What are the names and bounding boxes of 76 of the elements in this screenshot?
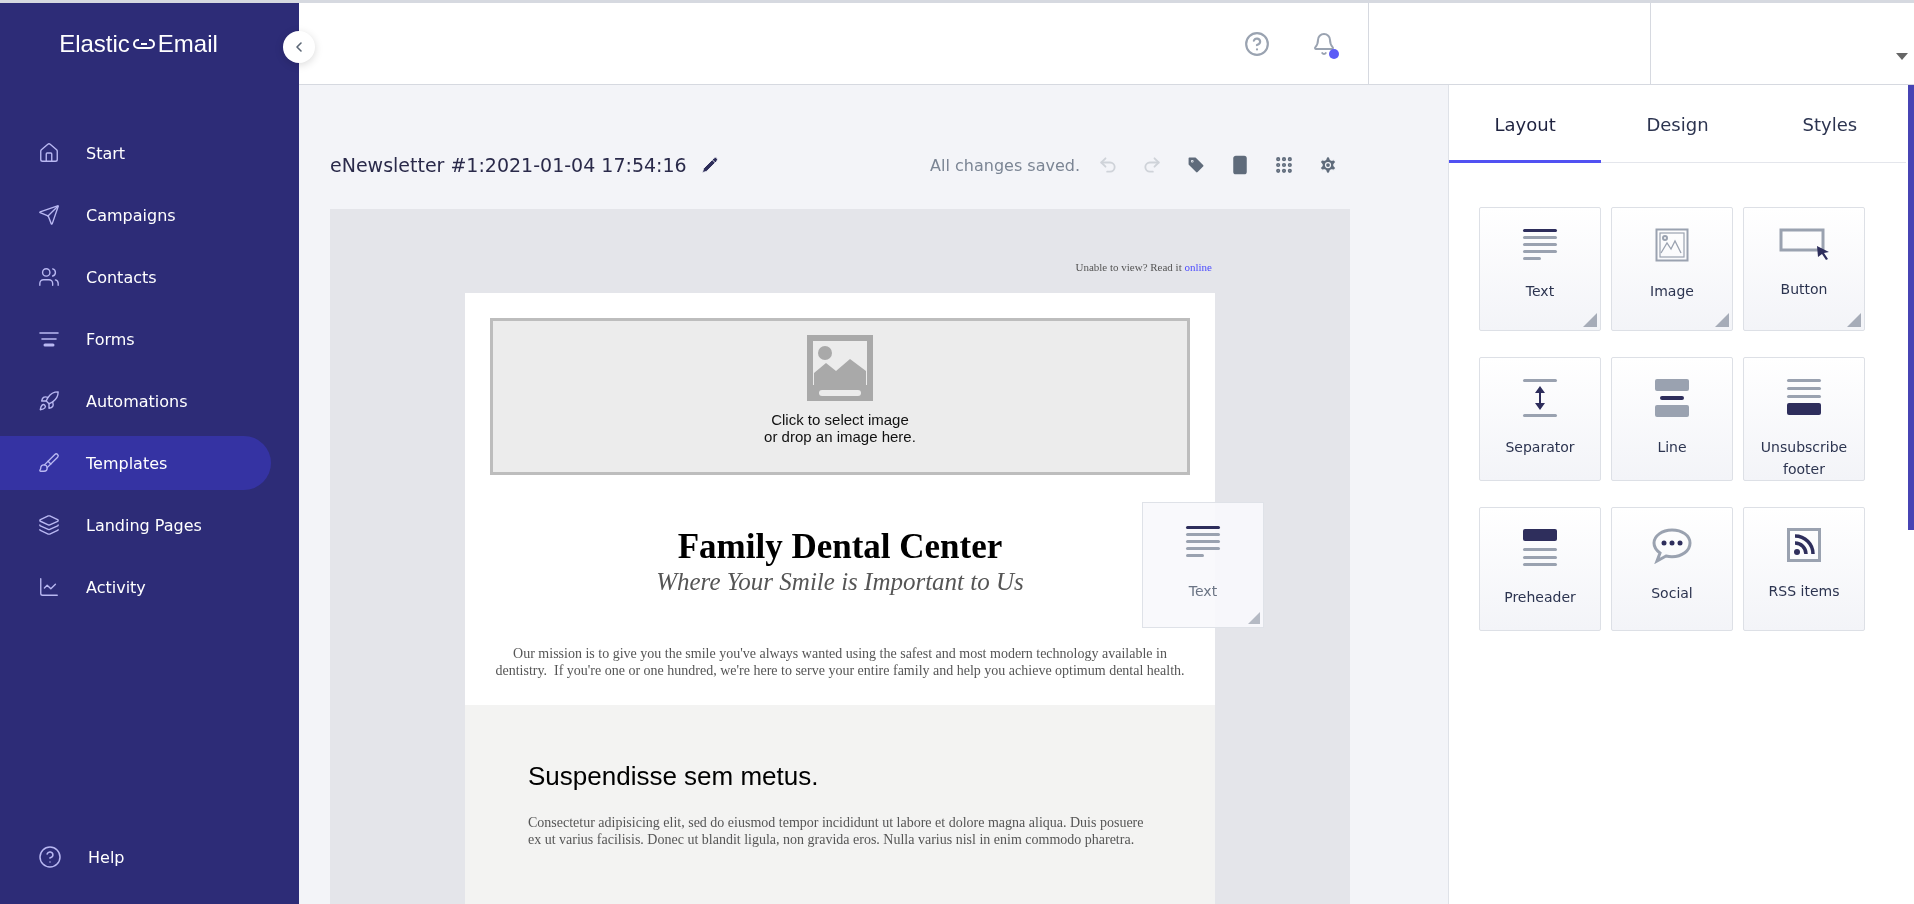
text-lines-icon xyxy=(1185,525,1221,559)
block-tile[interactable]: Preheader xyxy=(1479,507,1601,631)
phone-icon xyxy=(1230,155,1250,175)
block-tile[interactable]: Unsubscribe footer xyxy=(1743,357,1865,481)
rocket-icon xyxy=(38,390,60,412)
save-status: All changes saved. xyxy=(930,155,1080,175)
panel-tab[interactable]: Layout xyxy=(1449,85,1602,163)
logo-text: Email xyxy=(157,30,218,58)
drop-hint: or drop an image here. xyxy=(764,428,916,445)
layers-icon xyxy=(38,514,60,536)
link-icon xyxy=(132,38,155,50)
notifications-button[interactable] xyxy=(1312,31,1336,56)
drag-card-label: Text xyxy=(1188,583,1218,599)
brush-icon xyxy=(38,452,60,474)
grid-dots-icon xyxy=(1274,155,1294,175)
nav-item[interactable]: Templates xyxy=(0,436,271,490)
nav-item[interactable]: Campaigns xyxy=(0,188,271,242)
newsletter-tagline: Where Your Smile is Important to Us xyxy=(655,567,1025,597)
nav-item[interactable]: Automations xyxy=(0,374,271,428)
drop-hint: Click to select image xyxy=(770,411,910,428)
line-block-icon xyxy=(1654,378,1690,418)
resize-corner-icon xyxy=(1248,612,1260,624)
template-title: eNewsletter #1:2021-01-04 17:54:16 xyxy=(330,154,687,176)
rss-icon xyxy=(1787,528,1821,562)
toolbar-button[interactable] xyxy=(1318,155,1338,175)
nav-item[interactable]: Contacts xyxy=(0,250,271,304)
block-tile[interactable]: Image xyxy=(1611,207,1733,331)
cursor-button-icon xyxy=(1779,228,1829,260)
block-tile[interactable]: Line xyxy=(1611,357,1733,481)
help-button[interactable] xyxy=(1244,30,1270,57)
block-tile[interactable]: Button xyxy=(1743,207,1865,331)
tag-icon xyxy=(1186,155,1206,175)
header-block-icon xyxy=(1522,528,1558,568)
logo-text: Elastic xyxy=(59,30,130,58)
online-link[interactable]: online xyxy=(1184,261,1212,273)
undo-icon xyxy=(1098,155,1118,175)
footer-block-icon xyxy=(1786,378,1822,418)
collapse-button[interactable] xyxy=(283,31,315,63)
section-paragraph: Consectetur adipisicing elit, sed do eiusmod tempor incididunt ut labore et dolore magna aliqua. Duis posuere ex ut varius facilisis. Donec ut blandit ligula, non gravida eros. Nulla varius nisl in enim commodo pharetra. xyxy=(528,814,1145,848)
panel-tab[interactable]: Styles xyxy=(1753,85,1906,163)
text-lines-icon xyxy=(1522,228,1558,262)
caret-icon[interactable] xyxy=(1896,53,1908,60)
panel-tab[interactable]: Design xyxy=(1601,85,1754,163)
help-icon xyxy=(1244,30,1270,57)
pencil-icon[interactable] xyxy=(700,156,719,174)
nav-item[interactable]: Landing Pages xyxy=(0,498,271,552)
dragged-block-card[interactable]: Text xyxy=(1142,502,1264,628)
nav-item[interactable]: Activity xyxy=(0,560,271,614)
nav-item[interactable]: Start xyxy=(0,126,271,180)
nav-item[interactable]: Forms xyxy=(0,312,271,366)
section-heading: Suspendisse sem metus. xyxy=(528,761,820,792)
mission-paragraph: Our mission is to give you the smile you've always wanted using the safest and most modern technology available in dentistry. If you're one or one hundred, we're here to serve your entire family and help you achieve optimum dental health. xyxy=(494,645,1186,679)
newsletter-heading: Family Dental Center xyxy=(676,527,1004,567)
line-chart-icon xyxy=(38,576,60,598)
redo-icon xyxy=(1142,155,1162,175)
paper-plane-icon xyxy=(38,204,60,226)
bell-icon xyxy=(1312,31,1336,56)
house-icon xyxy=(38,142,60,164)
view-online-note: Unable to view? Read it online xyxy=(1074,261,1212,273)
help-icon xyxy=(38,845,62,869)
image-drop-zone[interactable]: Click to select image or drop an image here. xyxy=(490,318,1190,475)
people-icon xyxy=(38,266,60,288)
separator-arrow-icon xyxy=(1522,378,1558,418)
speech-bubble-icon xyxy=(1652,528,1692,564)
block-tile[interactable]: Social xyxy=(1611,507,1733,631)
image-icon xyxy=(1655,228,1689,262)
scrollbar-thumb[interactable] xyxy=(1908,85,1914,530)
toolbar-button[interactable] xyxy=(1274,155,1294,175)
image-placeholder-icon xyxy=(807,335,873,401)
toolbar-button[interactable] xyxy=(1230,155,1250,175)
help-link[interactable]: Help xyxy=(0,830,271,884)
block-tile[interactable]: Text xyxy=(1479,207,1601,331)
block-tile[interactable]: Separator xyxy=(1479,357,1601,481)
settings-icon xyxy=(1318,155,1338,175)
toolbar-button[interactable] xyxy=(1186,155,1206,175)
block-tile[interactable]: RSS items xyxy=(1743,507,1865,631)
